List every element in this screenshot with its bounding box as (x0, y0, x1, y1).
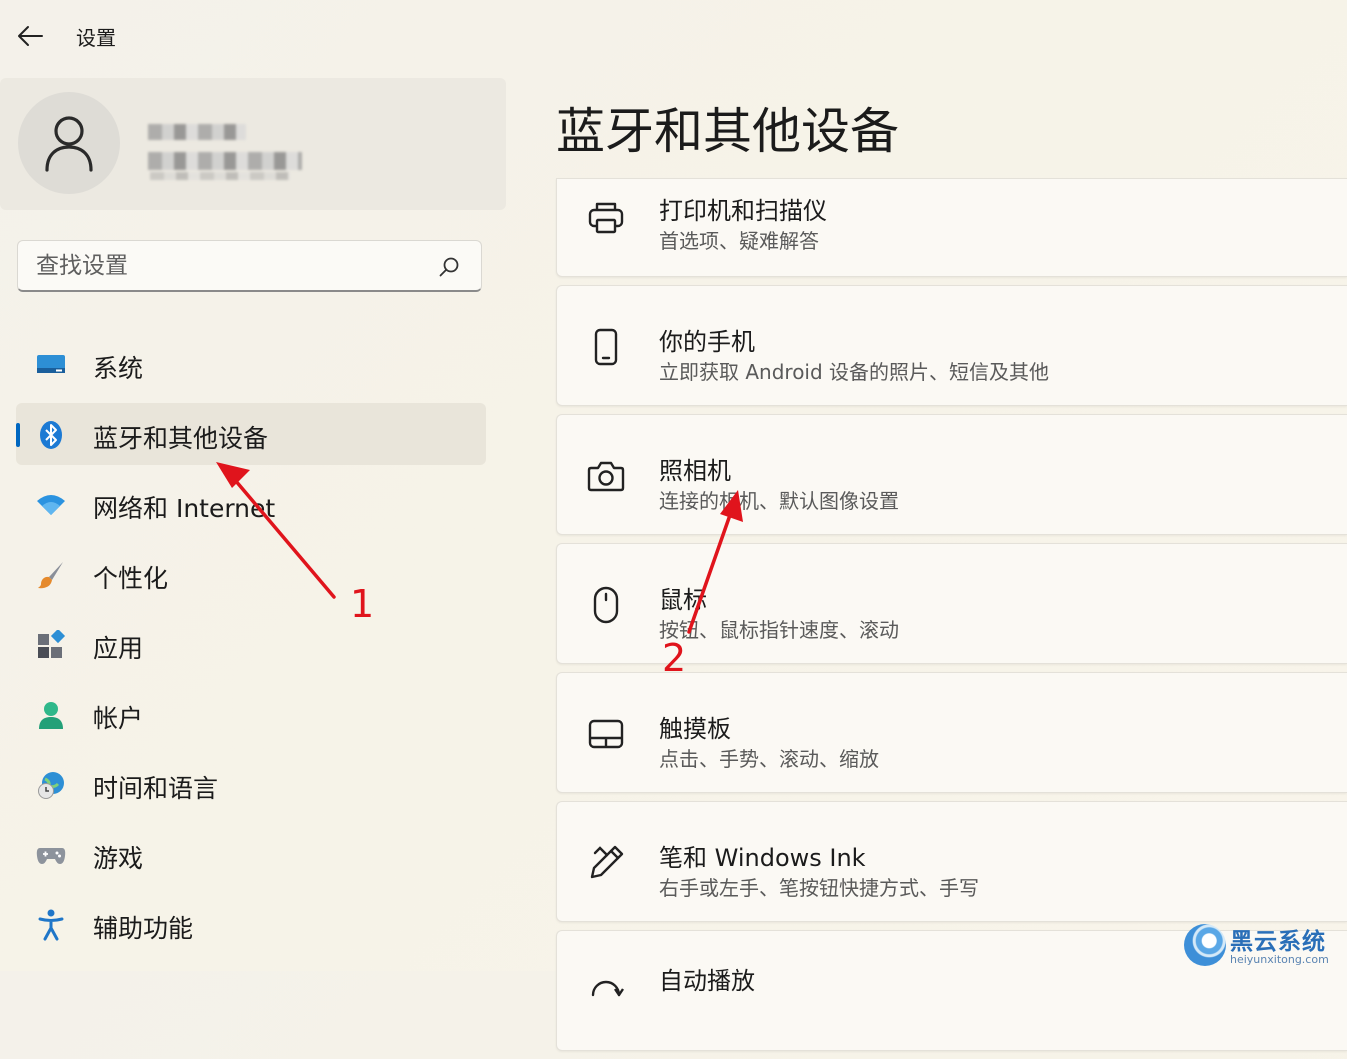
card-subtitle: 右手或左手、笔按钮快捷方式、手写 (659, 876, 979, 900)
sidebar-nav: 系统 蓝牙和其他设备 网络和 Internet 个性化 应用 帐户 时间和语言 … (16, 333, 486, 963)
sidebar-item-label: 时间和语言 (93, 774, 219, 803)
back-arrow-icon (18, 26, 43, 46)
wifi-icon (36, 490, 66, 520)
search-box[interactable] (17, 240, 482, 292)
card-title: 自动播放 (659, 967, 755, 995)
card-title: 打印机和扫描仪 (659, 197, 827, 225)
globe-clock-icon (36, 770, 66, 800)
sidebar-item-accounts[interactable]: 帐户 (16, 683, 486, 745)
sidebar-item-time-language[interactable]: 时间和语言 (16, 753, 486, 815)
watermark: 黑云系统 heiyunxitong.com (1184, 922, 1344, 970)
annotation-label-2: 2 (662, 636, 687, 680)
apps-icon (36, 630, 66, 660)
sidebar-item-label: 游戏 (93, 844, 144, 873)
card-your-phone[interactable]: 你的手机 立即获取 Android 设备的照片、短信及其他 (556, 285, 1347, 406)
sidebar-item-label: 系统 (93, 354, 144, 383)
printer-icon (587, 199, 625, 237)
sidebar-item-label: 网络和 Internet (93, 494, 276, 523)
search-icon[interactable] (437, 255, 461, 279)
back-button[interactable] (14, 20, 46, 52)
blurred-account-email (148, 152, 302, 170)
sidebar-item-network[interactable]: 网络和 Internet (16, 473, 486, 535)
app-title: 设置 (76, 26, 116, 50)
pen-icon (587, 844, 625, 882)
autoplay-icon (587, 973, 625, 1011)
gamepad-icon (36, 840, 66, 870)
card-title: 鼠标 (659, 586, 707, 614)
avatar[interactable] (18, 92, 120, 194)
card-subtitle: 立即获取 Android 设备的照片、短信及其他 (659, 360, 1050, 384)
sidebar-item-accessibility[interactable]: 辅助功能 (16, 893, 486, 955)
sidebar-item-personalization[interactable]: 个性化 (16, 543, 486, 605)
sidebar-item-label: 应用 (93, 634, 144, 663)
card-subtitle: 点击、手势、滚动、缩放 (659, 747, 879, 771)
bluetooth-icon (36, 420, 66, 450)
title-bar: 设置 (0, 0, 1347, 70)
card-subtitle: 首选项、疑难解答 (659, 229, 819, 253)
account-icon (36, 700, 66, 730)
watermark-logo-icon (1184, 924, 1226, 966)
card-touchpad[interactable]: 触摸板 点击、手势、滚动、缩放 (556, 672, 1347, 793)
card-title: 触摸板 (659, 715, 731, 743)
card-title: 笔和 Windows Ink (659, 844, 866, 872)
sidebar-item-label: 个性化 (93, 564, 169, 593)
touchpad-icon (587, 715, 625, 753)
watermark-url: heiyunxitong.com (1230, 953, 1329, 966)
card-pen-windows-ink[interactable]: 笔和 Windows Ink 右手或左手、笔按钮快捷方式、手写 (556, 801, 1347, 922)
accessibility-icon (36, 909, 66, 941)
blurred-account-email-2 (150, 172, 290, 180)
monitor-icon (36, 350, 66, 380)
person-icon (45, 116, 93, 172)
sidebar-item-label: 帐户 (93, 704, 144, 733)
card-printers-scanners[interactable]: 打印机和扫描仪 首选项、疑难解答 (556, 178, 1347, 277)
search-input[interactable] (18, 241, 438, 291)
sidebar-item-label: 蓝牙和其他设备 (93, 424, 269, 453)
sidebar-item-bluetooth[interactable]: 蓝牙和其他设备 (16, 403, 486, 465)
account-card[interactable] (0, 78, 506, 210)
blurred-account-name (148, 124, 246, 140)
card-subtitle: 连接的相机、默认图像设置 (659, 489, 899, 513)
card-camera[interactable]: 照相机 连接的相机、默认图像设置 (556, 414, 1347, 535)
sidebar-item-gaming[interactable]: 游戏 (16, 823, 486, 885)
page-title: 蓝牙和其他设备 (556, 103, 900, 160)
mouse-icon (587, 586, 625, 624)
card-subtitle: 按钮、鼠标指针速度、滚动 (659, 618, 899, 642)
sidebar-item-label: 辅助功能 (93, 914, 194, 943)
brush-icon (36, 560, 66, 590)
card-title: 照相机 (659, 457, 731, 485)
sidebar-item-apps[interactable]: 应用 (16, 613, 486, 675)
camera-icon (587, 457, 625, 495)
sidebar-item-system[interactable]: 系统 (16, 333, 486, 395)
watermark-name: 黑云系统 (1230, 929, 1326, 955)
annotation-label-1: 1 (350, 582, 375, 626)
card-title: 你的手机 (659, 328, 755, 356)
phone-icon (587, 328, 625, 366)
